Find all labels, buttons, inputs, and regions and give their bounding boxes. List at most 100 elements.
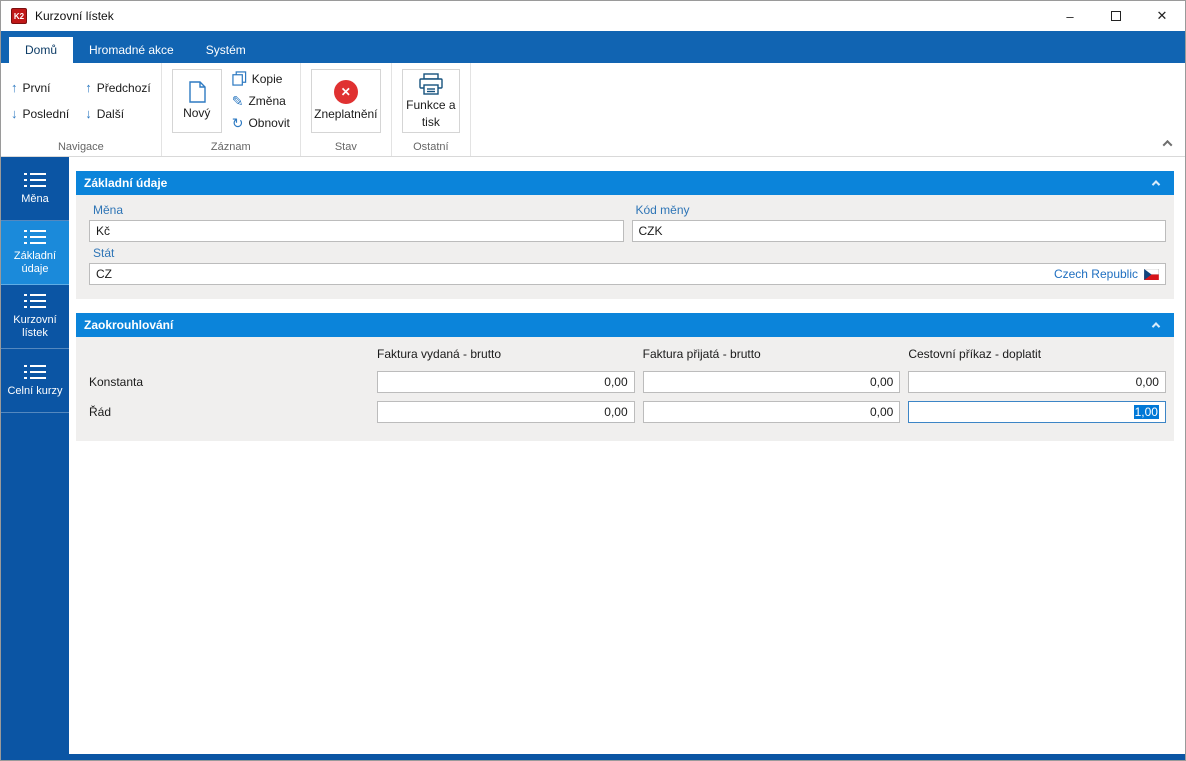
currency-input[interactable]: Kč [89,220,624,242]
sidebar-item-label: Kurzovní lístek [13,314,57,339]
column-header-cestovni-prikaz: Cestovní příkaz - doplatit [908,347,1042,361]
document-icon [188,81,206,103]
chevron-up-icon [1162,139,1173,150]
rad-input-2[interactable]: 0,00 [642,401,901,423]
currency-code-value: CZK [638,224,663,238]
panel-rounding-header: Zaokrouhlování [76,313,1174,337]
ribbon: ↑ První ↓ Poslední ↑ Předchozí ↓ Další N… [1,63,1185,157]
group-label-navigation: Navigace [57,141,104,153]
copy-button[interactable]: Kopie [232,71,290,86]
list-icon [24,293,46,309]
sidebar-item-mena[interactable]: Měna [1,157,69,221]
chevron-up-icon [1151,322,1161,331]
konstanta-input-3[interactable]: 0,00 [908,371,1166,393]
app-window: K2 Kurzovní lístek – ✕ Domů Hromadné akc… [0,0,1186,761]
state-input[interactable]: CZ Czech Republic [89,263,1166,285]
panel-rounding-body: Faktura vydaná - brutto Faktura přijatá … [76,337,1174,441]
ribbon-group-other: Funkce a tisk Ostatní [392,63,471,156]
titlebar: K2 Kurzovní lístek – ✕ [1,1,1185,31]
currency-code-label: Kód měny [635,203,690,217]
panel-title: Základní údaje [84,176,168,190]
change-button-label: Změna [248,94,286,108]
collapse-ribbon-button[interactable] [1162,136,1173,150]
rad-input-3[interactable]: 1,00 [908,401,1166,423]
minimize-button[interactable]: – [1047,1,1093,31]
state-label: Stát [93,246,115,260]
sidebar-item-kurzovni-listek[interactable]: Kurzovní lístek [1,285,69,349]
cell-value: 0,00 [869,405,894,419]
last-button-label: Poslední [22,106,70,121]
app-icon: K2 [11,8,27,24]
arrow-up-icon: ↑ [85,80,92,95]
arrow-down-icon: ↓ [11,106,18,121]
column-header-faktura-prijata: Faktura přijatá - brutto [642,347,761,361]
sidebar: Měna Základní údaje Kurzovní lístek Celn… [1,157,69,754]
collapse-rounding-panel-button[interactable] [1146,316,1166,334]
panel-basic-data: Základní údaje Měna Kč Kód měny CZK Stát… [76,171,1174,299]
maximize-button[interactable] [1093,1,1139,31]
last-button[interactable]: ↓ Poslední [11,107,69,121]
window-title: Kurzovní lístek [35,9,114,23]
collapse-basic-panel-button[interactable] [1146,174,1166,192]
new-button[interactable]: Nový [171,68,222,133]
cell-value: 0,00 [604,405,628,419]
currency-value: Kč [96,224,111,238]
ribbon-group-state: ✕ Zneplatnění Stav [301,63,392,156]
chevron-up-icon [1151,180,1161,189]
row-label-konstanta: Konstanta [89,375,144,389]
copy-button-label: Kopie [251,71,283,86]
konstanta-input-2[interactable]: 0,00 [642,371,901,393]
tab-domu[interactable]: Domů [9,37,74,63]
ribbon-group-navigation: ↑ První ↓ Poslední ↑ Předchozí ↓ Další N… [1,63,162,156]
functions-print-label-line2: tisk [421,114,440,129]
printer-icon [418,72,444,95]
cell-value: 0,00 [1135,375,1159,389]
arrow-down-icon: ↓ [85,106,92,121]
refresh-button[interactable]: ↻ Obnovit [232,116,290,130]
konstanta-input-1[interactable]: 0,00 [377,371,635,393]
currency-label: Měna [93,203,124,217]
list-icon [24,172,46,188]
sidebar-item-zakladni-udaje[interactable]: Základní údaje [1,221,69,285]
refresh-icon: ↻ [231,115,244,131]
tab-hromadne-akce[interactable]: Hromadné akce [73,37,190,63]
previous-button-label: Předchozí [96,80,151,95]
change-button[interactable]: ✎ Změna [232,94,290,108]
group-label-record: Záznam [210,141,251,153]
maximize-icon [1111,11,1121,21]
panel-basic-body: Měna Kč Kód měny CZK Stát CZ Czech Repub… [76,195,1174,299]
sidebar-item-label: Základní údaje [13,250,57,275]
list-icon [24,229,46,245]
main-body: Měna Základní údaje Kurzovní lístek Celn… [1,157,1185,754]
next-button-label: Další [96,106,125,121]
group-label-state: Stav [334,141,357,153]
invalidate-button-label: Zneplatnění [314,107,378,121]
cell-value: 0,00 [869,375,894,389]
copy-icon [232,71,247,86]
app-icon-glyph: K2 [13,11,25,21]
sidebar-item-label: Měna [21,192,49,205]
czech-flag-icon[interactable] [1144,268,1159,280]
row-label-rad: Řád [89,405,112,419]
arrow-up-icon: ↑ [11,80,18,95]
ribbon-tabstrip: Domů Hromadné akce Systém [1,31,1185,63]
tab-system[interactable]: Systém [190,37,262,63]
state-country-label: Czech Republic [1053,267,1138,281]
window-controls: – ✕ [1047,1,1185,31]
previous-button[interactable]: ↑ Předchozí [85,81,151,95]
sidebar-item-celni-kurzy[interactable]: Celní kurzy [1,349,69,413]
sidebar-item-label: Celní kurzy [7,384,63,397]
next-button[interactable]: ↓ Další [85,107,151,121]
panel-rounding: Zaokrouhlování Faktura vydaná - brutto F… [76,313,1174,441]
currency-code-input[interactable]: CZK [631,220,1166,242]
functions-print-button[interactable]: Funkce a tisk [401,68,460,133]
cell-value-selected: 1,00 [1133,405,1159,419]
first-button[interactable]: ↑ První [11,81,69,95]
close-button[interactable]: ✕ [1139,1,1185,31]
list-icon [24,364,46,380]
refresh-button-label: Obnovit [248,116,290,130]
invalidate-button[interactable]: ✕ Zneplatnění [310,68,381,133]
panel-title: Zaokrouhlování [84,318,174,332]
column-header-faktura-vydana: Faktura vydaná - brutto [377,347,502,361]
rad-input-1[interactable]: 0,00 [377,401,635,423]
